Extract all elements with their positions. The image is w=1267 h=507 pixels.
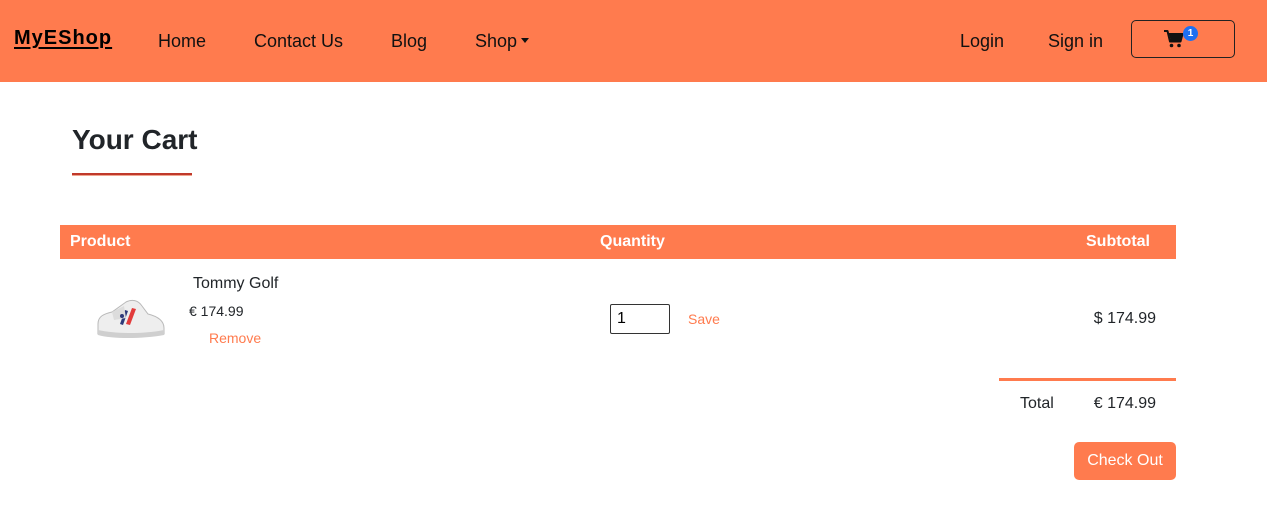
product-name[interactable]: Tommy Golf — [193, 275, 278, 293]
page-title: Your Cart — [72, 124, 198, 155]
title-underline — [72, 173, 192, 176]
product-price: € 174.99 — [189, 303, 244, 319]
remove-link[interactable]: Remove — [209, 330, 261, 346]
checkout-button[interactable]: Check Out — [1074, 442, 1176, 480]
nav-sign-in[interactable]: Sign in — [1048, 30, 1103, 52]
total-value: € 174.99 — [1093, 395, 1156, 412]
total-divider — [999, 378, 1176, 381]
cart-table-header: Product Quantity Subtotal — [60, 225, 1176, 259]
nav-blog[interactable]: Blog — [391, 30, 427, 52]
nav-shop-label: Shop — [475, 31, 518, 51]
caret-down-icon — [521, 37, 530, 43]
header-quantity: Quantity — [600, 233, 665, 250]
row-subtotal: $ 174.99 — [1093, 310, 1156, 327]
sneaker-image — [97, 299, 165, 338]
nav-login[interactable]: Login — [960, 30, 1004, 52]
header-subtotal: Subtotal — [1086, 233, 1150, 250]
top-navbar: MyEShop Home Contact Us Blog Shop Login … — [0, 0, 1267, 82]
nav-contact-us[interactable]: Contact Us — [254, 30, 343, 52]
cart-button[interactable]: 1 — [1131, 20, 1235, 58]
header-product: Product — [70, 233, 131, 250]
cart-count-badge: 1 — [1183, 26, 1198, 41]
total-label: Total — [1020, 395, 1054, 412]
shopping-cart-icon — [1164, 30, 1184, 48]
save-quantity-link[interactable]: Save — [688, 311, 720, 327]
nav-shop-dropdown[interactable]: Shop — [475, 30, 530, 52]
brand-logo[interactable]: MyEShop — [14, 27, 112, 50]
quantity-input[interactable] — [610, 304, 670, 334]
nav-home[interactable]: Home — [158, 30, 206, 52]
